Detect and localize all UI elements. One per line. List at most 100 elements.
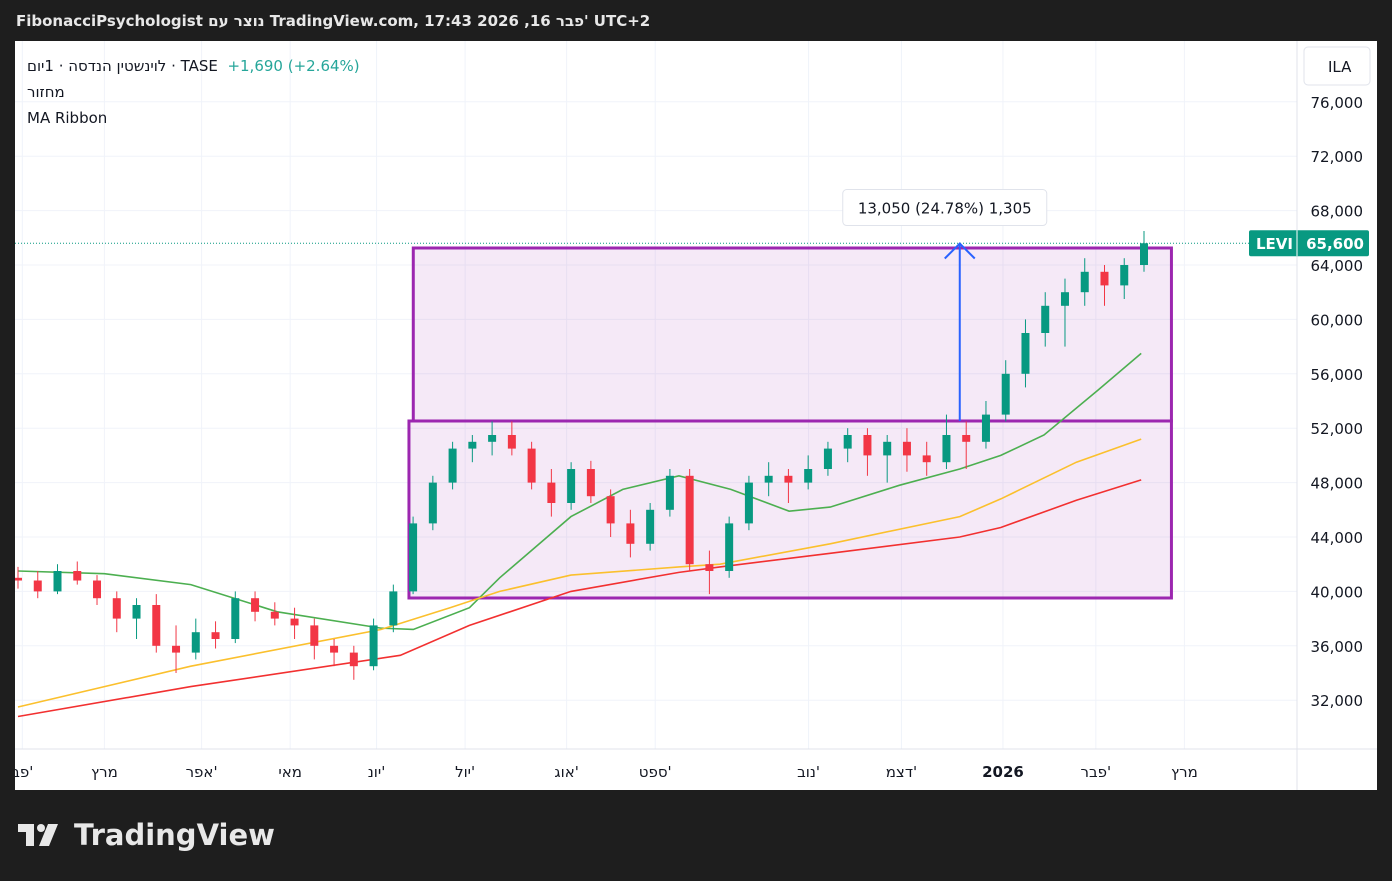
tradingview-logo: TradingView — [18, 818, 275, 852]
candle-body — [270, 611, 279, 619]
last-price-label: 65,600 — [1306, 235, 1364, 253]
candle-body — [1080, 271, 1089, 293]
candle-body — [1060, 292, 1069, 306]
x-tick-label: פבר' — [1081, 763, 1112, 781]
x-tick-label: דצמ' — [886, 763, 917, 781]
x-tick-label: מרץ — [91, 763, 118, 781]
candle-body — [1140, 243, 1148, 265]
y-tick-label: 68,000 — [1311, 203, 1364, 221]
x-tick-label: ספט' — [639, 763, 672, 781]
x-tick-label: אוג' — [554, 763, 578, 781]
x-tick-label: נוב' — [797, 763, 820, 781]
candle-body — [665, 475, 674, 510]
y-tick-label: 72,000 — [1311, 148, 1364, 166]
candle-body — [330, 645, 339, 653]
candle-body — [567, 469, 576, 503]
change-label: +1,690 (+2.64%) — [227, 57, 360, 75]
volume-indicator-label[interactable]: מחזור — [27, 79, 360, 105]
candle-body — [922, 455, 931, 463]
ticker-label: LEVI — [1256, 235, 1293, 253]
candle-body — [527, 448, 536, 483]
x-tick-label: מרץ — [1171, 763, 1198, 781]
candle-body — [488, 435, 497, 442]
y-tick-label: 44,000 — [1311, 529, 1364, 547]
candle-body — [448, 448, 457, 483]
y-tick-label: 36,000 — [1311, 638, 1364, 656]
candle-body — [804, 469, 813, 483]
candle-body — [902, 441, 911, 456]
x-tick-label: 2026 — [982, 763, 1024, 781]
y-tick-label: 76,000 — [1311, 94, 1364, 112]
candle-body — [211, 632, 220, 639]
y-tick-label: 64,000 — [1311, 257, 1364, 275]
candle-body — [843, 435, 852, 449]
candle-body — [152, 605, 161, 646]
x-tick-label: מאי — [278, 763, 302, 781]
candle-body — [310, 625, 319, 646]
candle-body — [547, 482, 556, 503]
candle-body — [172, 645, 181, 653]
candle-body — [646, 509, 655, 544]
candle-body — [586, 469, 595, 497]
candle-body — [409, 523, 418, 592]
x-tick-label: יונ' — [368, 763, 386, 781]
candle-body — [507, 435, 516, 449]
chart-panel[interactable]: ILA 32,000 36,000 40,000 44,000 48,000 52,000 5… — [15, 41, 1377, 790]
candle-body — [389, 591, 398, 626]
candle-body — [93, 580, 102, 599]
candle-body — [15, 577, 22, 581]
candle-body — [705, 564, 714, 571]
candle-body — [685, 475, 694, 565]
candle-body — [744, 482, 753, 524]
y-tick-label: 52,000 — [1311, 420, 1364, 438]
range-box — [407, 419, 1173, 600]
price-chart[interactable]: ILA 32,000 36,000 40,000 44,000 48,000 52,000 5… — [15, 41, 1377, 790]
candle-body — [764, 475, 773, 483]
tradingview-logo-icon — [18, 824, 58, 846]
candle-body — [231, 598, 240, 639]
candle-body — [349, 652, 358, 667]
y-tick-label: 32,000 — [1311, 692, 1364, 710]
candle-body — [73, 571, 82, 581]
y-tick-label: 48,000 — [1311, 475, 1364, 493]
candle-body — [725, 523, 734, 571]
candle-body — [112, 598, 121, 619]
candle-body — [33, 580, 42, 592]
x-tick-label: אפר' — [186, 763, 218, 781]
candle-body — [981, 414, 990, 442]
candle-body — [823, 448, 832, 469]
candle-body — [191, 632, 200, 653]
range-box — [411, 246, 1173, 423]
candle-body — [1001, 373, 1010, 415]
symbol-label[interactable]: לוינשטין הנדסה · 1יום · TASE — [27, 57, 218, 75]
candle-body — [428, 482, 437, 524]
ma-ribbon-indicator-label[interactable]: MA Ribbon — [27, 105, 360, 131]
measure-label: 13,050 (24.78%) 1,305 — [858, 200, 1032, 218]
y-tick-label: 56,000 — [1311, 366, 1364, 384]
brand-name: TradingView — [74, 818, 275, 852]
candle-body — [626, 523, 635, 544]
candle-body — [784, 475, 793, 483]
candle-body — [468, 441, 477, 449]
candle-body — [1100, 271, 1109, 286]
candle-body — [290, 618, 299, 626]
candle-body — [1041, 305, 1050, 333]
candle-body — [606, 496, 615, 524]
candle-body — [369, 625, 378, 667]
candle-body — [863, 435, 872, 456]
candle-body — [883, 441, 892, 456]
y-tick-label: 40,000 — [1311, 583, 1364, 601]
candle-body — [251, 598, 260, 612]
candle-body — [53, 571, 62, 592]
chart-header-title: FibonacciPsychologist נוצר עם TradingVie… — [16, 12, 651, 30]
candle-body — [962, 435, 971, 442]
y-tick-label: 60,000 — [1311, 311, 1364, 329]
legend: לוינשטין הנדסה · 1יום · TASE +1,690 (+2.… — [27, 53, 360, 131]
x-tick-label: פב' — [15, 763, 33, 781]
candle-body — [942, 435, 951, 463]
candle-body — [132, 605, 141, 619]
currency-label: ILA — [1328, 58, 1352, 76]
candle-body — [1120, 265, 1129, 286]
x-tick-label: יול' — [455, 763, 475, 781]
candle-body — [1021, 333, 1030, 374]
